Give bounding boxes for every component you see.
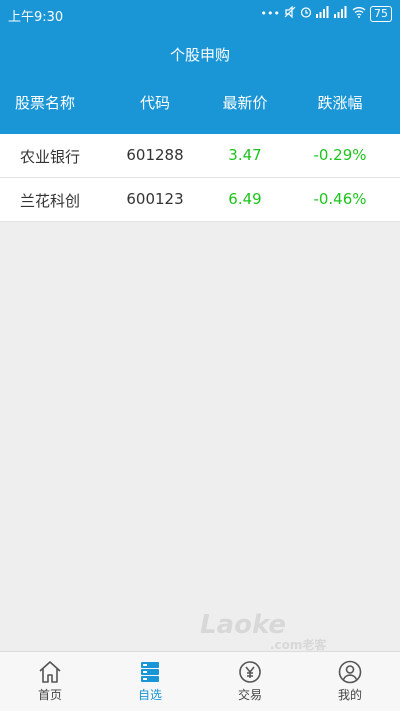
table-row[interactable]: 兰花科创 600123 6.49 -0.46% <box>0 178 400 222</box>
wifi-icon <box>352 6 366 22</box>
tab-label: 我的 <box>337 688 362 702</box>
column-header-price[interactable]: 最新价 <box>210 92 280 113</box>
stock-name: 兰花科创 <box>20 192 81 210</box>
status-bar: 上午9:30 ••• 75 <box>0 0 400 28</box>
stock-change: -0.46% <box>313 190 367 208</box>
top-bar: 上午9:30 ••• 75 个股申购 股票名称 代码 最新价 跌涨幅 <box>0 0 400 134</box>
stock-code: 600123 <box>126 190 184 208</box>
stock-price: 6.49 <box>228 190 262 208</box>
table-row[interactable]: 农业银行 601288 3.47 -0.29% <box>0 134 400 178</box>
stock-table: 农业银行 601288 3.47 -0.29% 兰花科创 600123 6.49… <box>0 134 400 222</box>
bottom-tab-bar: 首页 自选 交易 我的 <box>0 651 400 711</box>
column-header-change[interactable]: 跌涨幅 <box>300 92 380 113</box>
signal-icon <box>316 6 330 22</box>
column-header-code[interactable]: 代码 <box>120 92 190 113</box>
table-header: 股票名称 代码 最新价 跌涨幅 <box>0 92 400 122</box>
status-icons: ••• 75 <box>260 5 392 22</box>
alarm-icon <box>300 6 312 22</box>
battery-indicator: 75 <box>370 6 392 22</box>
list-icon <box>137 660 163 684</box>
tab-label: 自选 <box>137 688 162 702</box>
status-time: 上午9:30 <box>8 10 64 25</box>
watermark-logo: Laoke .com老客 <box>200 610 380 652</box>
tab-label: 首页 <box>37 688 62 702</box>
more-dots-icon: ••• <box>260 7 280 20</box>
tab-profile[interactable]: 我的 <box>300 652 400 711</box>
stock-change: -0.29% <box>313 146 367 164</box>
column-header-name[interactable]: 股票名称 <box>10 92 80 113</box>
stock-price: 3.47 <box>228 146 262 164</box>
stock-code: 601288 <box>126 146 184 164</box>
signal-icon <box>334 6 348 22</box>
page-title: 个股申购 <box>169 46 230 64</box>
tab-trade[interactable]: 交易 <box>200 652 300 711</box>
tab-label: 交易 <box>237 688 262 702</box>
user-icon <box>337 660 363 684</box>
tab-home[interactable]: 首页 <box>0 652 100 711</box>
tab-watchlist[interactable]: 自选 <box>100 652 200 711</box>
yuan-exchange-icon <box>237 660 263 684</box>
mute-icon <box>284 5 296 22</box>
home-icon <box>37 660 63 684</box>
stock-name: 农业银行 <box>20 148 81 166</box>
